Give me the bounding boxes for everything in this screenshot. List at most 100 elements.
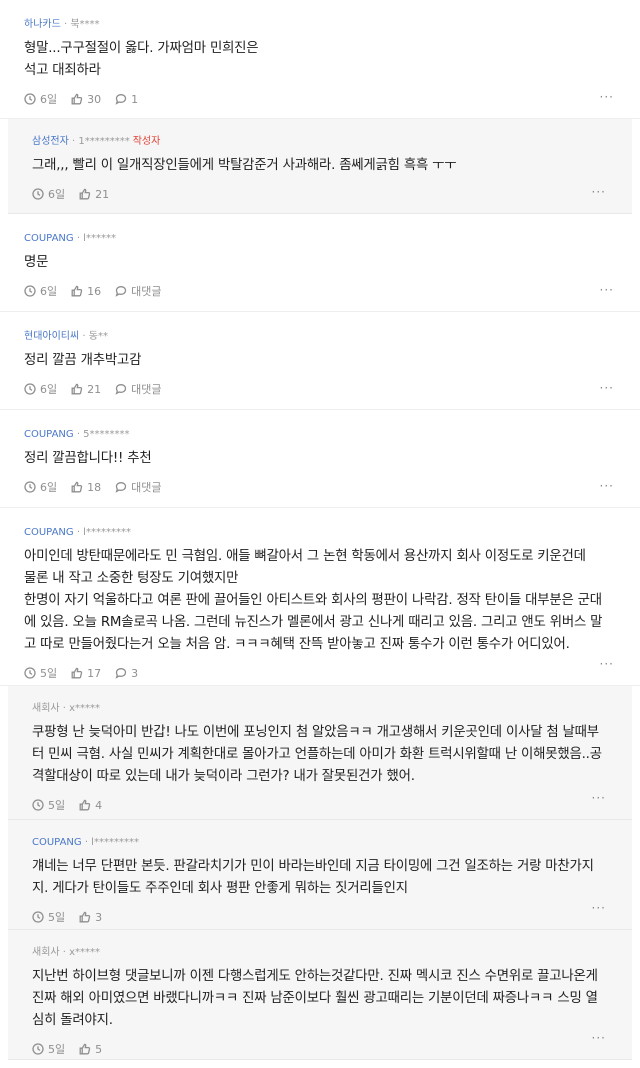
company-name[interactable]: COUPANG (24, 429, 74, 440)
like-count: 21 (87, 382, 102, 396)
speech-bubble-icon (115, 383, 131, 395)
reply-comment: COUPANG · l********* 걔네는 너무 단편만 본듯. 판갈라치기… (8, 820, 632, 930)
company-name[interactable]: 현대아이티씨 (24, 331, 79, 342)
clock-icon (32, 188, 48, 200)
timestamp: 5일 (24, 665, 57, 681)
company-name[interactable]: COUPANG (24, 527, 74, 538)
comment-actions: 6일 21 (32, 185, 612, 213)
clock-icon (24, 285, 40, 297)
like-button[interactable]: 30 (71, 93, 101, 106)
author-name: · 동** (82, 331, 108, 342)
comment-text: 아미인데 방탄때문에라도 민 극혐임. 애들 뼈갈아서 그 논현 학동에서 용산… (24, 549, 603, 652)
clock-icon (24, 667, 40, 679)
company-name[interactable]: 삼성전자 (32, 136, 69, 147)
reply-label: 대댓글 (131, 481, 162, 494)
reply-comment: 새회사 · x***** 쿠팡형 난 늦덕아미 반갑! 나도 이번에 포닝인지 첨… (8, 686, 632, 820)
comment-actions: 5일 5 (32, 1040, 612, 1068)
timestamp: 5일 (32, 1041, 65, 1057)
thumbs-up-icon (71, 383, 87, 395)
timestamp-label: 6일 (40, 481, 58, 494)
thumbs-up-icon (71, 481, 87, 493)
like-count: 3 (95, 910, 103, 924)
comment-meta: 새회사 · x***** (32, 946, 612, 960)
reply-button[interactable]: 대댓글 (115, 479, 162, 495)
thumbs-up-icon (71, 93, 87, 105)
speech-bubble-icon (115, 667, 131, 679)
comment-actions: 6일 18 대댓글 (24, 478, 620, 506)
more-options-icon[interactable]: ··· (600, 283, 614, 297)
comment-meta: 삼성전자 · 1********* 작성자 (32, 135, 612, 149)
author-name: · 5******** (76, 429, 130, 440)
like-count: 16 (87, 284, 102, 298)
speech-bubble-icon (115, 93, 131, 105)
comment-meta: COUPANG · l********* (24, 526, 620, 540)
like-button[interactable]: 18 (71, 481, 101, 494)
timestamp-label: 6일 (40, 383, 58, 396)
comment-actions: 6일 30 1 (24, 90, 620, 118)
comment-thread: 하나카드 · 북**** 형말...구구절절이 옳다. 가짜엄마 민희진은 석고 … (0, 0, 640, 1060)
timestamp: 6일 (24, 283, 57, 299)
speech-bubble-icon (115, 481, 131, 493)
comment: 하나카드 · 북**** 형말...구구절절이 옳다. 가짜엄마 민희진은 석고 … (0, 0, 640, 119)
clock-icon (24, 93, 40, 105)
comment-meta: 현대아이티씨 · 동** (24, 330, 620, 344)
more-options-icon[interactable]: ··· (600, 90, 614, 104)
comment-actions: 6일 16 대댓글 (24, 282, 620, 310)
thumbs-up-icon (71, 285, 87, 297)
thumbs-up-icon (79, 1043, 95, 1055)
comment: COUPANG · l********* 아미인데 방탄때문에라도 민 극혐임. … (0, 508, 640, 686)
thumbs-up-icon (79, 188, 95, 200)
company-name[interactable]: COUPANG (32, 837, 82, 848)
comment-text: 그래,,, 빨리 이 일개직장인들에게 박탈감준거 사과해라. 좀쎄게긁힘 흑흑… (32, 158, 457, 173)
like-count: 4 (95, 798, 103, 812)
more-options-icon[interactable]: ··· (600, 381, 614, 395)
more-options-icon[interactable]: ··· (592, 1031, 606, 1045)
timestamp-label: 6일 (40, 285, 58, 298)
comment-meta: COUPANG · l********* (32, 836, 612, 850)
timestamp-label: 5일 (48, 799, 66, 812)
reply-label: 1 (131, 92, 139, 106)
timestamp-label: 6일 (48, 188, 66, 201)
more-options-icon[interactable]: ··· (592, 791, 606, 805)
reply-label: 3 (131, 666, 139, 680)
like-button[interactable]: 21 (79, 188, 109, 201)
comment-text: 명문 (24, 255, 49, 270)
more-options-icon[interactable]: ··· (592, 901, 606, 915)
more-options-icon[interactable]: ··· (592, 185, 606, 199)
clock-icon (32, 1043, 48, 1055)
like-button[interactable]: 17 (71, 667, 101, 680)
timestamp-label: 5일 (48, 911, 66, 924)
like-button[interactable]: 4 (79, 799, 102, 812)
reply-button[interactable]: 3 (115, 667, 138, 680)
reply-comment: 삼성전자 · 1********* 작성자그래,,, 빨리 이 일개직장인들에게 … (8, 119, 632, 214)
more-options-icon[interactable]: ··· (600, 657, 614, 671)
clock-icon (32, 799, 48, 811)
like-button[interactable]: 3 (79, 911, 102, 924)
comment-text: 걔네는 너무 단편만 본듯. 판갈라치기가 민이 바라는바인데 지금 타이밍에 … (32, 859, 594, 896)
more-options-icon[interactable]: ··· (600, 479, 614, 493)
like-button[interactable]: 5 (79, 1043, 102, 1056)
like-count: 17 (87, 666, 102, 680)
like-count: 30 (87, 92, 102, 106)
comment-text: 정리 깔끔 개추박고감 (24, 353, 142, 368)
comment-text: 쿠팡형 난 늦덕아미 반갑! 나도 이번에 포닝인지 첨 알았음ㅋㅋ 개고생해서… (32, 725, 602, 784)
clock-icon (24, 481, 40, 493)
like-count: 21 (95, 187, 110, 201)
comment-text: 지난번 하이브형 댓글보니까 이젠 다행스럽게도 안하는것같다만. 진짜 멕시코… (32, 969, 598, 1028)
like-button[interactable]: 16 (71, 285, 101, 298)
like-button[interactable]: 21 (71, 383, 101, 396)
timestamp-label: 5일 (48, 1043, 66, 1056)
reply-button[interactable]: 대댓글 (115, 283, 162, 299)
company-name[interactable]: 하나카드 (24, 19, 61, 30)
reply-label: 대댓글 (131, 383, 162, 396)
comment-meta: 새회사 · x***** (32, 702, 612, 716)
comment: 현대아이티씨 · 동** 정리 깔끔 개추박고감 6일 21 대댓글 ··· (0, 312, 640, 410)
reply-button[interactable]: 1 (115, 93, 138, 106)
reply-button[interactable]: 대댓글 (115, 381, 162, 397)
timestamp: 6일 (32, 186, 65, 202)
author-name: · l********* (84, 837, 139, 848)
company-name[interactable]: COUPANG (24, 233, 74, 244)
timestamp: 5일 (32, 797, 65, 813)
speech-bubble-icon (115, 285, 131, 297)
timestamp-label: 6일 (40, 93, 58, 106)
